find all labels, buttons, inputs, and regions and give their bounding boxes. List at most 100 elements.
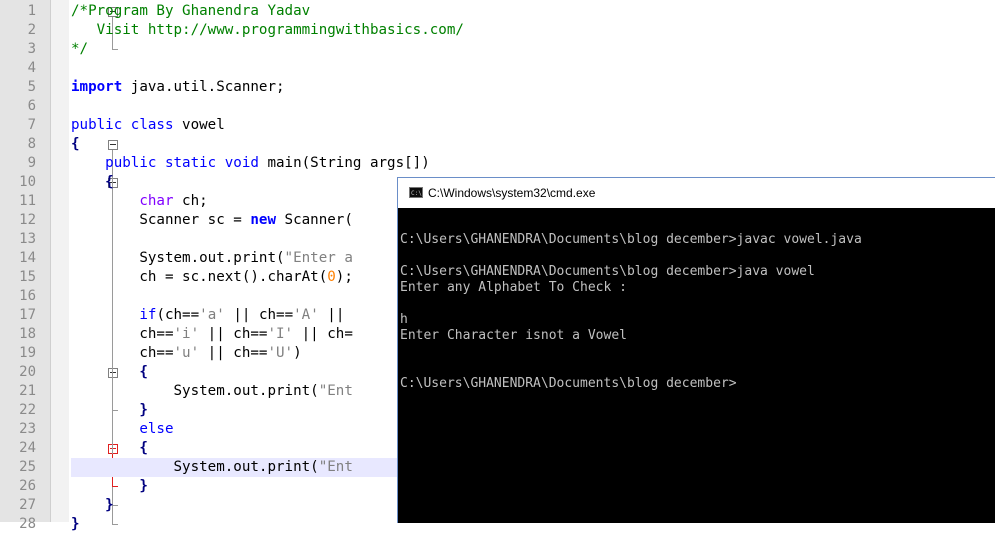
code-line[interactable]: {: [0, 135, 995, 154]
code-token: main(String args[]): [258, 155, 430, 171]
code-token: public: [71, 117, 123, 133]
code-token: || ch==: [199, 326, 268, 342]
code-text: ch=='u' || ch=='U'): [71, 344, 302, 363]
code-line[interactable]: [0, 97, 995, 116]
code-text: {: [71, 173, 114, 192]
code-token: || ch==: [224, 307, 294, 323]
code-token: Visit http://www.programmingwithbasics.c…: [71, 22, 464, 38]
code-text: else: [71, 420, 174, 439]
console-output-line: Enter Character isnot a Vowel: [400, 328, 627, 343]
code-line[interactable]: public class vowel: [0, 116, 995, 135]
code-token: {: [71, 174, 114, 190]
code-text: Visit http://www.programmingwithbasics.c…: [71, 21, 464, 40]
code-token: );: [335, 269, 353, 285]
code-token: char: [139, 193, 174, 209]
code-token: }: [71, 497, 114, 513]
code-token: ch==: [71, 345, 174, 361]
code-text: }: [71, 515, 80, 534]
code-token: "Ent: [318, 459, 353, 475]
code-text: System.out.print("Ent: [71, 382, 353, 401]
code-token: || ch=: [293, 326, 353, 342]
code-line[interactable]: */: [0, 40, 995, 59]
code-line[interactable]: Visit http://www.programmingwithbasics.c…: [0, 21, 995, 40]
code-text: /*Program By Ghanendra Yadav: [71, 2, 310, 21]
code-token: System.out.print(: [71, 459, 319, 475]
code-token: static: [164, 155, 217, 171]
code-line[interactable]: [0, 59, 995, 78]
code-line[interactable]: public static void main(String args[]): [0, 154, 995, 173]
console-output-line: C:\Users\GHANENDRA\Documents\blog decemb…: [400, 376, 737, 391]
code-text: ch = sc.next().charAt(0);: [71, 268, 353, 287]
cmd-icon: C:\: [409, 187, 423, 198]
code-text: {: [71, 439, 148, 458]
code-text: }: [71, 496, 114, 515]
code-token: System.out.print(: [71, 250, 285, 266]
code-token: }: [71, 516, 80, 532]
code-token: class: [130, 117, 174, 133]
code-token: 0: [327, 269, 336, 285]
code-token: */: [71, 41, 89, 57]
code-token: "Ent: [318, 383, 353, 399]
code-text: }: [71, 401, 148, 420]
cmd-output-area[interactable]: C:\Users\GHANENDRA\Documents\blog decemb…: [398, 208, 995, 523]
code-token: Scanner(: [276, 212, 353, 228]
code-text: {: [71, 135, 80, 154]
code-token: 'u': [173, 345, 200, 361]
code-token: ch;: [173, 193, 208, 209]
code-token: else: [139, 421, 174, 437]
code-token: ch==: [71, 326, 174, 342]
cmd-window[interactable]: C:\ C:\Windows\system32\cmd.exe C:\Users…: [397, 177, 995, 523]
code-token: ||: [318, 307, 345, 323]
code-token: 'i': [173, 326, 200, 342]
code-text: ch=='i' || ch=='I' || ch=: [71, 325, 353, 344]
code-text: System.out.print("Ent: [71, 458, 353, 477]
code-token: if: [139, 307, 157, 323]
code-token: public: [105, 155, 157, 171]
console-output-line: h: [400, 312, 408, 327]
code-text: public static void main(String args[]): [71, 154, 430, 173]
code-text: */: [71, 40, 88, 59]
code-token: || ch==: [199, 345, 268, 361]
code-token: {: [71, 136, 80, 152]
code-token: {: [71, 440, 148, 456]
code-text: {: [71, 363, 148, 382]
code-token: "Enter a: [284, 250, 353, 266]
code-token: 'A': [293, 307, 319, 323]
code-token: new: [250, 212, 276, 228]
code-token: /*Program By Ghanendra Yadav: [71, 3, 311, 19]
code-text: import java.util.Scanner;: [71, 78, 285, 97]
code-token: (ch==: [156, 307, 200, 323]
console-output-line: C:\Users\GHANENDRA\Documents\blog decemb…: [400, 264, 815, 279]
code-token: void: [224, 155, 259, 171]
console-output-line: C:\Users\GHANENDRA\Documents\blog decemb…: [400, 232, 862, 247]
code-token: java.util.Scanner;: [122, 79, 285, 95]
code-text: if(ch=='a' || ch=='A' ||: [71, 306, 344, 325]
code-token: ch = sc.next().charAt(: [71, 269, 328, 285]
code-line[interactable]: /*Program By Ghanendra Yadav: [0, 2, 995, 21]
code-token: ): [293, 345, 302, 361]
code-text: }: [71, 477, 148, 496]
code-text: System.out.print("Enter a: [71, 249, 353, 268]
cmd-titlebar[interactable]: C:\ C:\Windows\system32\cmd.exe: [398, 178, 995, 208]
code-token: Scanner sc =: [71, 212, 251, 228]
code-token: import: [71, 79, 123, 95]
code-token: {: [71, 364, 148, 380]
code-token: }: [71, 478, 148, 494]
code-token: 'a': [199, 307, 225, 323]
cmd-window-title: C:\Windows\system32\cmd.exe: [428, 186, 596, 200]
code-text: char ch;: [71, 192, 208, 211]
code-line[interactable]: import java.util.Scanner;: [0, 78, 995, 97]
code-text: Scanner sc = new Scanner(: [71, 211, 353, 230]
console-output-line: Enter any Alphabet To Check :: [400, 280, 627, 295]
code-token: 'U': [267, 345, 294, 361]
code-text: public class vowel: [71, 116, 225, 135]
code-token: vowel: [173, 117, 225, 133]
code-token: System.out.print(: [71, 383, 319, 399]
